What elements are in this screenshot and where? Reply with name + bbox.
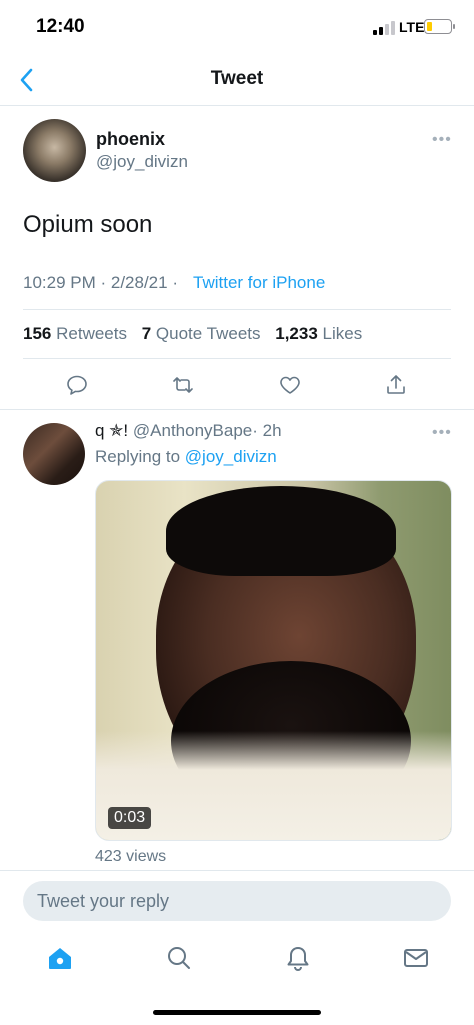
reply-author-handle[interactable]: @AnthonyBape — [133, 421, 252, 440]
video-views: 423 views — [95, 848, 167, 865]
reply-more-options-icon[interactable]: ••• — [432, 424, 452, 442]
home-icon[interactable] — [46, 944, 74, 972]
tweet-divider — [0, 409, 474, 410]
author-name[interactable]: phoenix — [96, 129, 165, 150]
stats-divider-top — [23, 309, 451, 310]
video-duration-badge: 0:03 — [108, 807, 152, 829]
like-icon[interactable] — [278, 373, 302, 397]
quotes-count[interactable]: 7 — [142, 324, 151, 343]
page-title: Tweet — [210, 68, 264, 89]
reply-author-name[interactable]: q ✯! — [95, 421, 128, 440]
author-avatar[interactable] — [23, 119, 86, 182]
reply-age: · 2h — [252, 421, 282, 440]
tweet-source-link[interactable]: Twitter for iPhone — [193, 273, 325, 293]
home-indicator — [153, 1010, 321, 1015]
tweet-stats: 156 Retweets 7 Quote Tweets 1,233 Likes — [23, 324, 372, 344]
video-thumbnail-hair — [166, 486, 396, 576]
reply-author-avatar[interactable] — [23, 423, 85, 485]
composer-divider — [0, 870, 474, 871]
search-icon[interactable] — [165, 944, 193, 972]
notifications-icon[interactable] — [284, 944, 312, 972]
video-player[interactable]: 0:03 — [95, 480, 452, 841]
replying-to: Replying to @joy_divizn — [95, 447, 277, 467]
messages-icon[interactable] — [402, 944, 430, 972]
battery-icon — [424, 19, 455, 34]
likes-count[interactable]: 1,233 — [275, 324, 318, 343]
network-label: LTE — [399, 19, 425, 35]
tweet-text: Opium soon — [23, 211, 153, 238]
quotes-label[interactable]: Quote Tweets — [156, 324, 261, 343]
share-icon[interactable] — [384, 373, 408, 397]
author-handle[interactable]: @joy_divizn — [96, 152, 188, 172]
status-time: 12:40 — [36, 16, 85, 37]
reply-icon[interactable] — [65, 373, 89, 397]
replying-to-handle[interactable]: @joy_divizn — [185, 447, 277, 466]
likes-label[interactable]: Likes — [323, 324, 363, 343]
stats-divider-bottom — [23, 358, 451, 359]
nav-divider — [0, 105, 474, 106]
tweet-timestamp: 10:29 PM · 2/28/21 · — [23, 273, 178, 292]
retweets-label[interactable]: Retweets — [56, 324, 127, 343]
signal-icon — [373, 21, 395, 35]
reply-header: q ✯! @AnthonyBape· 2h — [95, 421, 282, 441]
retweets-count[interactable]: 156 — [23, 324, 51, 343]
more-options-icon[interactable]: ••• — [432, 131, 452, 149]
reply-input[interactable] — [23, 881, 451, 921]
retweet-icon[interactable] — [171, 373, 195, 397]
replying-to-label: Replying to — [95, 447, 181, 466]
